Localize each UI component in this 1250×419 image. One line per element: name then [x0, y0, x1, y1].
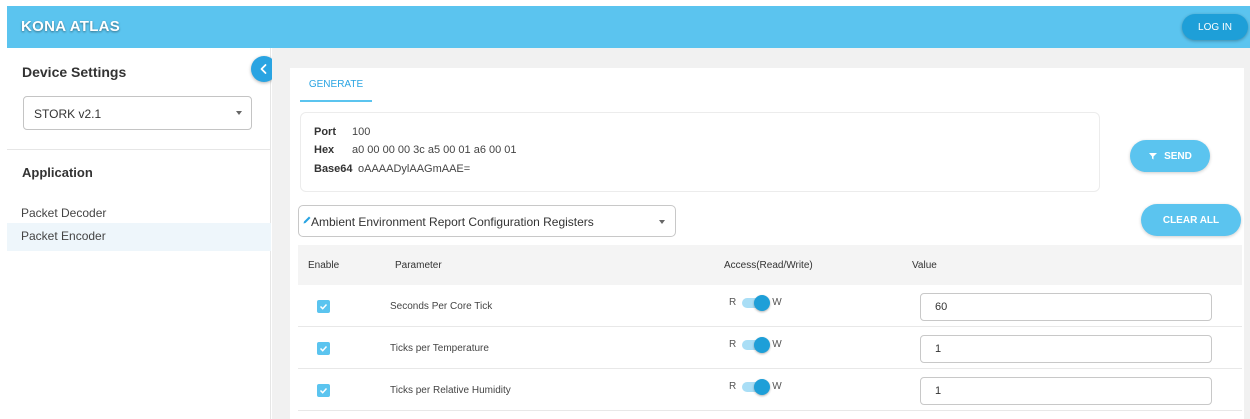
- value-input[interactable]: 1: [920, 377, 1212, 405]
- enable-checkbox[interactable]: [317, 300, 330, 313]
- parameter-name: Seconds Per Core Tick: [390, 301, 493, 312]
- sidebar-divider: [7, 149, 271, 150]
- result-box: Port 100 Hex a0 00 00 00 3c a5 00 01 a6 00…: [300, 112, 1100, 192]
- access-toggle-group: R W: [729, 294, 782, 311]
- base64-line: Base64 oAAAADylAAGmAAE=: [314, 163, 470, 175]
- table-row: Seconds Per Core Tick R W 60: [298, 285, 1242, 327]
- send-label: SEND: [1164, 150, 1192, 162]
- access-toggle[interactable]: [742, 294, 771, 311]
- base64-value: oAAAADylAAGmAAE=: [358, 163, 471, 175]
- register-table: Enable Parameter Access(Read/Write) Valu…: [298, 245, 1242, 411]
- value-input[interactable]: 1: [920, 335, 1212, 363]
- hex-label: Hex: [314, 144, 335, 156]
- parameter-name: Ticks per Relative Humidity: [390, 385, 511, 396]
- port-label: Port: [314, 126, 336, 138]
- device-select-value: STORK v2.1: [34, 107, 102, 121]
- brand-logo: KONA ATLAS: [21, 18, 121, 35]
- check-icon: [319, 387, 328, 394]
- write-label: W: [772, 381, 782, 392]
- read-label: R: [729, 381, 737, 392]
- device-settings-title: Device Settings: [22, 64, 127, 80]
- write-label: W: [772, 297, 782, 308]
- port-value: 100: [352, 126, 371, 138]
- app-header: KONA ATLAS LOG IN: [7, 6, 1250, 48]
- parameter-name: Ticks per Temperature: [390, 343, 489, 354]
- main-area: GENERATE Port 100 Hex a0 00 00 00 3c a5 00…: [272, 48, 1250, 419]
- chevron-left-icon: [260, 64, 267, 74]
- login-button[interactable]: LOG IN: [1182, 14, 1248, 40]
- table-row: Ticks per Temperature R W 1: [298, 327, 1242, 369]
- enable-checkbox[interactable]: [317, 342, 330, 355]
- dropdown-arrow-icon: [236, 111, 242, 115]
- sidebar: Device Settings STORK v2.1 Application P…: [7, 48, 271, 419]
- dropdown-arrow-icon: [659, 220, 665, 224]
- header-value: Value: [912, 260, 937, 271]
- clear-all-button[interactable]: CLEAR ALL: [1141, 204, 1241, 236]
- header-access: Access(Read/Write): [724, 260, 813, 271]
- application-title: Application: [22, 165, 93, 180]
- check-icon: [319, 345, 328, 352]
- hex-line: Hex a0 00 00 00 3c a5 00 01 a6 00 01: [314, 144, 517, 156]
- port-line: Port 100: [314, 126, 370, 138]
- header-parameter: Parameter: [395, 260, 442, 271]
- enable-checkbox[interactable]: [317, 384, 330, 397]
- send-button[interactable]: SEND: [1130, 140, 1210, 172]
- register-select-value: Ambient Environment Report Configuration…: [311, 215, 594, 229]
- table-row: Ticks per Relative Humidity R W 1: [298, 369, 1242, 411]
- device-select[interactable]: STORK v2.1: [23, 96, 252, 130]
- sidebar-item-packet-encoder[interactable]: Packet Encoder: [7, 223, 271, 251]
- access-toggle[interactable]: [742, 336, 771, 353]
- access-toggle-group: R W: [729, 336, 782, 353]
- header-enable: Enable: [308, 260, 340, 271]
- base64-label: Base64: [314, 163, 353, 175]
- register-select[interactable]: Ambient Environment Report Configuration…: [298, 205, 676, 237]
- read-label: R: [729, 339, 737, 350]
- check-icon: [319, 303, 328, 310]
- pencil-icon: [303, 216, 311, 224]
- table-header: Enable Parameter Access(Read/Write) Valu…: [298, 245, 1242, 285]
- tab-generate[interactable]: GENERATE: [300, 76, 372, 102]
- send-icon: [1149, 153, 1158, 160]
- encoder-panel: GENERATE Port 100 Hex a0 00 00 00 3c a5 00…: [290, 68, 1244, 419]
- access-toggle[interactable]: [742, 378, 771, 395]
- value-input[interactable]: 60: [920, 293, 1212, 321]
- write-label: W: [772, 339, 782, 350]
- hex-value: a0 00 00 00 3c a5 00 01 a6 00 01: [352, 144, 517, 156]
- read-label: R: [729, 297, 737, 308]
- access-toggle-group: R W: [729, 378, 782, 395]
